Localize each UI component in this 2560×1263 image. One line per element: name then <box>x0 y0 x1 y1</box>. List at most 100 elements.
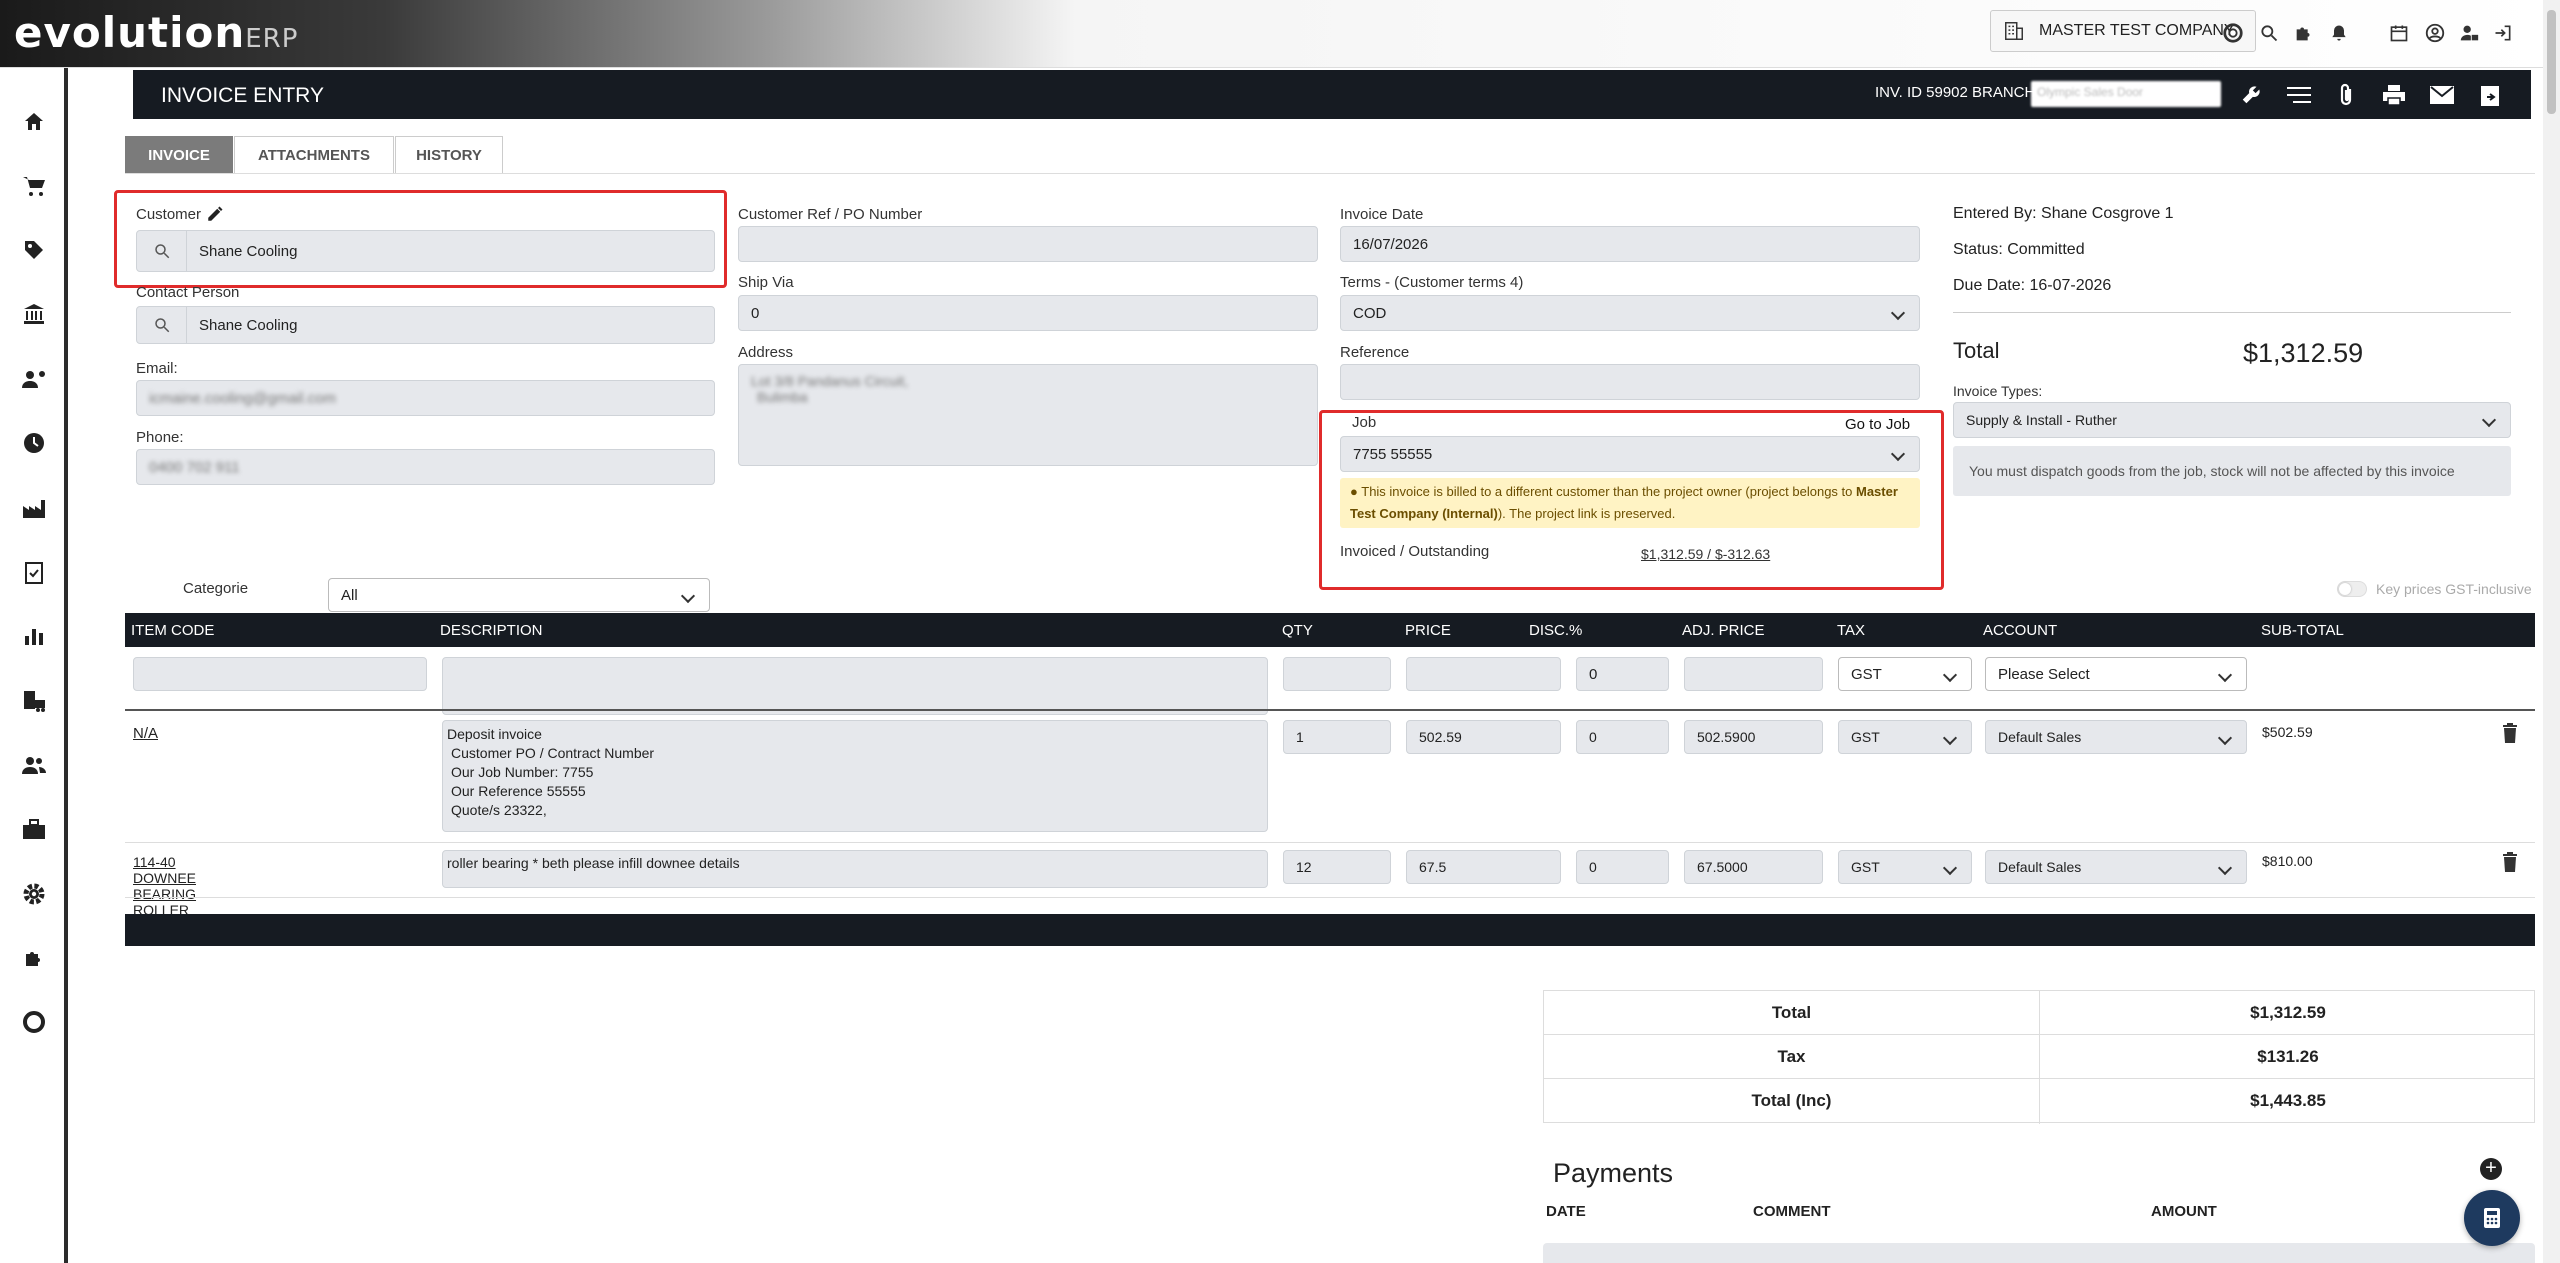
go-to-job-link[interactable]: Go to Job <box>1845 416 1910 433</box>
description-input[interactable]: Deposit invoice Customer PO / Contract N… <box>442 720 1268 832</box>
subtotal-value: $810.00 <box>2262 853 2313 869</box>
price-input[interactable]: 67.5 <box>1406 850 1561 884</box>
new-qty-input[interactable] <box>1283 657 1391 691</box>
tax-select[interactable]: GST <box>1838 720 1972 754</box>
users-icon[interactable] <box>17 748 51 782</box>
contact-field[interactable]: Shane Cooling <box>136 306 715 344</box>
qty-input[interactable]: 12 <box>1283 850 1391 884</box>
disc-input[interactable]: 0 <box>1576 720 1669 754</box>
payments-th-amount: AMOUNT <box>2151 1203 2217 1220</box>
factory-icon[interactable] <box>17 491 51 525</box>
lifebuoy-icon[interactable] <box>17 1005 51 1039</box>
bank-icon[interactable] <box>17 297 51 331</box>
entered-by: Entered By: Shane Cosgrove 1 <box>1953 205 2174 222</box>
trash-icon[interactable] <box>2502 723 2518 747</box>
user-icon[interactable] <box>2422 20 2448 46</box>
paperclip-icon[interactable] <box>2333 82 2359 108</box>
puzzle-icon[interactable] <box>2291 20 2317 46</box>
account-select[interactable]: Default Sales <box>1985 850 2247 884</box>
new-item-code-input[interactable] <box>133 657 427 691</box>
calculator-fab[interactable] <box>2464 1190 2520 1246</box>
tab-attachments[interactable]: ATTACHMENTS <box>234 136 394 174</box>
puzzle-sidebar-icon[interactable] <box>17 941 51 975</box>
home-icon[interactable] <box>17 105 51 139</box>
scrollbar-thumb[interactable] <box>2547 10 2556 114</box>
address-field[interactable]: Lot 3/8 Pandanus Circuit, Bulimba <box>738 364 1318 466</box>
item-code-link[interactable]: N/A <box>133 725 158 742</box>
wrench-icon[interactable] <box>2238 82 2264 108</box>
th-adj-price: ADJ. PRICE <box>1682 622 1765 639</box>
reference-field[interactable] <box>1340 364 1920 400</box>
pencil-icon[interactable] <box>206 205 224 227</box>
gst-toggle[interactable] <box>2337 581 2367 597</box>
mail-icon[interactable] <box>2429 82 2455 108</box>
scrollbar[interactable] <box>2543 0 2560 1263</box>
th-description: DESCRIPTION <box>440 622 543 639</box>
clipboard-check-icon[interactable] <box>17 555 51 589</box>
invdate-field[interactable]: 16/07/2026 <box>1340 226 1920 262</box>
terms-select[interactable]: COD <box>1340 295 1920 331</box>
address-label: Address <box>738 344 794 361</box>
new-price-input[interactable] <box>1406 657 1561 691</box>
search-icon[interactable] <box>2256 20 2282 46</box>
new-account-select[interactable]: Please Select <box>1985 657 2247 691</box>
cart-icon[interactable] <box>17 169 51 203</box>
adj-price-input[interactable]: 502.5900 <box>1684 720 1823 754</box>
clipboard-icon[interactable] <box>2477 82 2503 108</box>
tab-invoice[interactable]: INVOICE <box>125 136 233 174</box>
bell-icon[interactable] <box>2326 20 2352 46</box>
total-value: $1,312.59 <box>2243 338 2364 368</box>
job-select[interactable]: 7755 55555 <box>1340 436 1920 472</box>
search-icon <box>137 307 187 343</box>
tax-select[interactable]: GST <box>1838 850 1972 884</box>
description-input[interactable]: roller bearing * beth please infill down… <box>442 850 1268 888</box>
custref-field[interactable] <box>738 226 1318 262</box>
customer-field[interactable]: Shane Cooling <box>136 230 715 272</box>
row-divider <box>125 897 2535 898</box>
account-select[interactable]: Default Sales <box>1985 720 2247 754</box>
gear-icon[interactable] <box>17 877 51 911</box>
add-payment-icon[interactable]: + <box>2480 1158 2502 1180</box>
branch-select[interactable]: Olympic Sales Door <box>2031 81 2221 107</box>
invoice-type-select[interactable]: Supply & Install - Ruther <box>1953 402 2511 438</box>
app-logo[interactable]: evolutionERP <box>14 8 298 57</box>
disc-input[interactable]: 0 <box>1576 850 1669 884</box>
clock-icon[interactable] <box>17 426 51 460</box>
menu-icon[interactable] <box>2286 82 2312 108</box>
calendar-icon[interactable] <box>2386 20 2412 46</box>
trash-icon[interactable] <box>2502 852 2518 876</box>
company-selector[interactable]: MASTER TEST COMPANY <box>1990 10 2256 52</box>
logout-icon[interactable] <box>2490 20 2516 46</box>
new-description-input[interactable] <box>442 657 1268 715</box>
shipvia-label: Ship Via <box>738 274 794 291</box>
support-icon[interactable] <box>2220 20 2246 46</box>
shipvia-field[interactable]: 0 <box>738 295 1318 331</box>
due-date: Due Date: 16-07-2026 <box>1953 277 2112 294</box>
row-divider <box>125 709 2535 711</box>
qty-input[interactable]: 1 <box>1283 720 1391 754</box>
email-field[interactable]: icmaine.cooling@gmail.com <box>136 380 715 416</box>
categorie-select[interactable]: All <box>328 578 710 612</box>
adj-price-input[interactable]: 67.5000 <box>1684 850 1823 884</box>
tab-history[interactable]: HISTORY <box>395 136 503 174</box>
new-disc-input[interactable]: 0 <box>1576 657 1669 691</box>
totals-row-total: Total $1,312.59 <box>1543 990 2535 1036</box>
invdate-label: Invoice Date <box>1340 206 1424 223</box>
user-lock-icon[interactable] <box>2456 20 2482 46</box>
phone-field[interactable]: 0400 702 911 <box>136 449 715 485</box>
top-bar: evolutionERP MASTER TEST COMPANY <box>0 0 2560 68</box>
new-tax-select[interactable]: GST <box>1838 657 1972 691</box>
building-truck-icon[interactable] <box>17 684 51 718</box>
th-account: ACCOUNT <box>1983 622 2058 639</box>
bar-chart-icon[interactable] <box>17 619 51 653</box>
print-icon[interactable] <box>2381 82 2407 108</box>
table-footer-bar <box>125 914 2535 946</box>
price-input[interactable]: 502.59 <box>1406 720 1561 754</box>
categorie-label: Categorie <box>183 580 249 597</box>
invoice-header-bar: INVOICE ENTRY INV. ID 59902 BRANCH Olymp… <box>133 70 2531 119</box>
invoiced-value[interactable]: $1,312.59 / $-312.63 <box>1641 546 1770 562</box>
user-settings-icon[interactable] <box>17 362 51 396</box>
toolbox-icon[interactable] <box>17 812 51 846</box>
new-adj-price-input[interactable] <box>1684 657 1823 691</box>
tag-icon[interactable] <box>17 233 51 267</box>
